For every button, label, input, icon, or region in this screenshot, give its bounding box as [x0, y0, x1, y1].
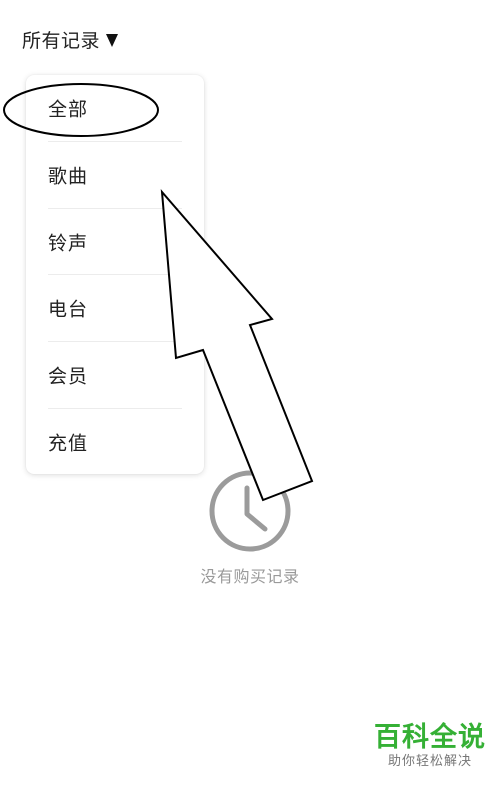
empty-state-message: 没有购买记录	[200, 567, 300, 586]
record-filter-menu: 全部 歌曲 铃声 电台 会员 充值	[26, 75, 204, 474]
menu-item-recharge[interactable]: 充值	[26, 409, 204, 475]
watermark-subtitle: 助你轻松解决	[387, 754, 472, 769]
menu-item-all[interactable]: 全部	[26, 75, 204, 141]
menu-item-label: 全部	[48, 98, 89, 121]
menu-item-label: 充值	[48, 432, 89, 455]
menu-item-label: 歌曲	[48, 165, 89, 188]
menu-item-label: 会员	[48, 365, 89, 388]
menu-item-songs[interactable]: 歌曲	[26, 142, 204, 208]
purchase-records-screen: 所有记录 全部 歌曲 铃声 电台 会员 充值 没有购买记录 百科全说 助你轻松解…	[0, 0, 500, 787]
record-filter-label: 所有记录	[22, 30, 101, 52]
menu-item-label: 电台	[48, 298, 89, 321]
menu-item-radio[interactable]: 电台	[26, 275, 204, 341]
caret-down-icon	[106, 33, 119, 47]
menu-item-ringtones[interactable]: 铃声	[26, 209, 204, 275]
watermark-title: 百科全说	[374, 722, 486, 753]
menu-item-label: 铃声	[48, 232, 89, 255]
watermark-logo: 百科全说 助你轻松解决	[374, 723, 486, 771]
menu-item-membership[interactable]: 会员	[26, 342, 204, 408]
clock-icon	[209, 470, 291, 552]
record-filter-dropdown[interactable]: 所有记录	[22, 26, 119, 53]
